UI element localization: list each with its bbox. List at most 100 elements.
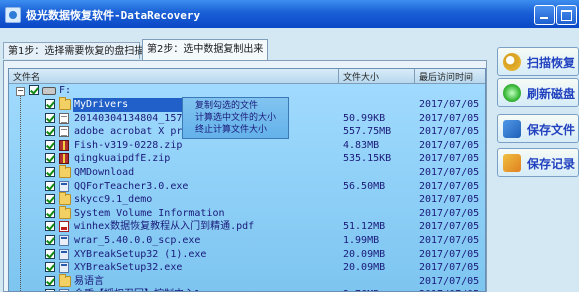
drive-icon: [42, 87, 56, 95]
context-menu-stop-calc[interactable]: 终止计算文件大小: [195, 124, 267, 137]
save-log-label: 保存记录: [527, 157, 576, 171]
file-checkbox[interactable]: [45, 221, 55, 232]
file-name: MyDrivers: [74, 99, 129, 110]
file-date: 2017/07/05: [419, 167, 480, 178]
file-row[interactable]: wrar_5.40.0.0_scp.exe 1.99MB 2017/07/05: [9, 234, 485, 248]
file-row[interactable]: Fish-v319-0228.zip 4.83MB 2017/07/05: [9, 139, 485, 153]
drive-label: F:: [59, 85, 72, 96]
file-date: 2017/07/05: [419, 248, 480, 260]
tab-step2-copy[interactable]: 第2步：选中数据复制出来: [142, 39, 268, 60]
file-size: 4.83MB: [343, 139, 380, 151]
file-row[interactable]: XYBreakSetup32 (1).exe 20.09MB 2017/07/05: [9, 248, 485, 262]
folder-icon: [59, 97, 71, 110]
file-row[interactable]: QMDownload 2017/07/05: [9, 165, 485, 180]
column-header-size[interactable]: 文件大小: [343, 70, 379, 83]
exe-icon: [59, 180, 69, 192]
file-name: 金盾【授权召回】控制中心1.exe: [74, 288, 224, 291]
file-checkbox[interactable]: [45, 194, 55, 205]
file-row[interactable]: 易语言 2017/07/05: [9, 273, 485, 289]
file-checkbox[interactable]: [45, 99, 55, 109]
refresh-disk-button[interactable]: 刷新磁盘: [497, 78, 579, 107]
maximize-button[interactable]: [556, 5, 577, 25]
file-name: winhex数据恢复教程从入门到精通.pdf: [74, 221, 255, 233]
save-files-button[interactable]: 保存文件: [497, 114, 579, 143]
exe-icon: [59, 248, 69, 260]
drive-row[interactable]: − F:: [9, 84, 485, 98]
folder-icon: [59, 192, 71, 206]
window-title: 极光数据恢复软件-DataRecovery: [26, 9, 201, 22]
action-sidebar: 扫描恢复 刷新磁盘 保存文件 保存记录: [493, 40, 579, 292]
drive-checkbox[interactable]: [29, 85, 39, 95]
file-size: 20.09MB: [343, 248, 386, 260]
save-log-button[interactable]: 保存记录: [497, 148, 579, 177]
file-size: 56.50MB: [343, 180, 386, 192]
scan-recover-button[interactable]: 扫描恢复: [497, 47, 579, 76]
exe-icon: [59, 235, 69, 246]
file-checkbox[interactable]: [45, 180, 55, 191]
file-row[interactable]: QQForTeacher3.0.exe 56.50MB 2017/07/05: [9, 180, 485, 194]
file-date: 2017/07/05: [419, 288, 479, 291]
file-date: 2017/07/05: [419, 112, 480, 124]
file-row[interactable]: skycc9.1_demo 2017/07/05: [9, 192, 485, 207]
file-row[interactable]: winhex数据恢复教程从入门到精通.pdf 51.12MB 2017/07/05: [9, 220, 485, 234]
refresh-icon: [503, 84, 521, 102]
column-header-date[interactable]: 最后访问时间: [419, 70, 473, 83]
file-row[interactable]: System Volume Information 2017/07/05: [9, 205, 485, 221]
archive-icon: [59, 153, 69, 165]
file-checkbox[interactable]: [45, 126, 55, 137]
context-menu: 复制勾选的文件 计算选中文件的大小 终止计算文件大小: [182, 97, 289, 139]
file-checkbox[interactable]: [45, 167, 55, 177]
file-date: 2017/07/05: [419, 221, 480, 233]
file-date: 2017/07/05: [419, 194, 480, 206]
file-name: XYBreakSetup32 (1).exe: [74, 248, 207, 260]
file-checkbox[interactable]: [45, 235, 55, 245]
file-checkbox[interactable]: [45, 112, 55, 123]
file-size: 1.99MB: [343, 235, 380, 246]
folder-icon: [59, 205, 71, 219]
file-checkbox[interactable]: [45, 207, 55, 218]
column-divider[interactable]: [338, 69, 339, 83]
file-date: 2017/07/05: [419, 275, 480, 287]
file-name: Fish-v319-0228.zip: [74, 139, 183, 151]
file-name: XYBreakSetup32.exe: [74, 262, 183, 274]
minimize-button[interactable]: [534, 5, 555, 25]
file-date: 2017/07/05: [419, 262, 480, 274]
file-size: 51.12MB: [343, 221, 386, 233]
save-files-label: 保存文件: [527, 123, 576, 137]
file-checkbox[interactable]: [45, 262, 55, 273]
file-checkbox[interactable]: [45, 275, 55, 286]
file-name: skycc9.1_demo: [74, 194, 153, 206]
file-row[interactable]: qingkuaipdfE.zip 535.15KB 2017/07/05: [9, 152, 485, 166]
collapse-icon[interactable]: −: [16, 87, 25, 96]
file-name: 易语言: [74, 275, 104, 287]
file-date: 2017/07/05: [419, 207, 480, 219]
save-log-icon: [503, 154, 521, 172]
scan-recover-label: 扫描恢复: [527, 56, 576, 70]
file-checkbox[interactable]: [45, 248, 55, 259]
file-icon: [59, 126, 69, 138]
file-date: 2017/07/05: [419, 139, 480, 151]
file-name: System Volume Information: [74, 207, 225, 219]
column-divider[interactable]: [414, 69, 415, 83]
app-icon: [5, 7, 21, 23]
save-files-icon: [503, 120, 521, 138]
file-name: QQForTeacher3.0.exe: [74, 180, 189, 192]
file-checkbox[interactable]: [45, 139, 55, 150]
file-row[interactable]: XYBreakSetup32.exe 20.09MB 2017/07/05: [9, 261, 485, 275]
column-header-name[interactable]: 文件名: [13, 70, 40, 83]
archive-icon: [59, 139, 69, 151]
file-name: wrar_5.40.0.0_scp.exe: [74, 235, 201, 246]
folder-icon: [59, 273, 71, 287]
title-bar: 极光数据恢复软件-DataRecovery: [0, 0, 579, 28]
file-date: 2017/07/05: [419, 180, 480, 192]
file-name: adobe acrobat X pr: [74, 126, 183, 138]
file-date: 2017/07/05: [419, 153, 480, 165]
file-name: QMDownload: [74, 167, 135, 178]
file-row[interactable]: 金盾【授权召回】控制中心1.exe 3.76MB 2017/07/05: [9, 288, 485, 291]
tab-step1-scan[interactable]: 第1步：选择需要恢复的盘扫描: [3, 42, 144, 59]
magnifier-icon: [503, 53, 521, 71]
file-date: 2017/07/05: [419, 99, 480, 110]
file-size: 50.99KB: [343, 112, 386, 124]
file-checkbox[interactable]: [45, 153, 55, 164]
refresh-disk-label: 刷新磁盘: [527, 87, 576, 101]
